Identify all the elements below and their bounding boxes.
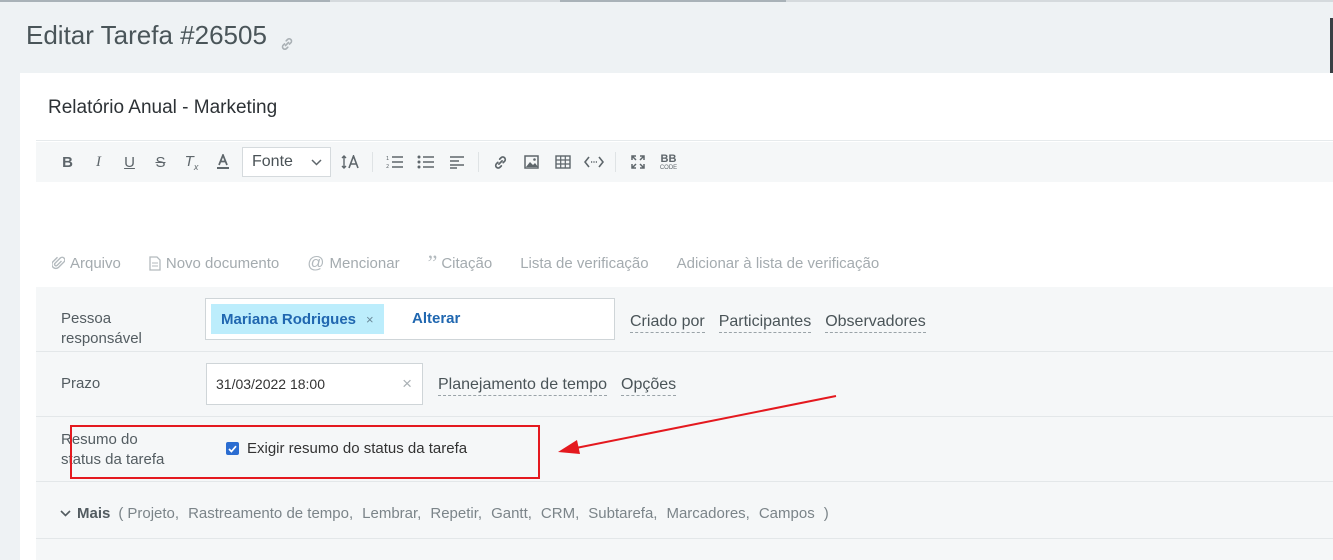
- more-section[interactable]: Mais ( Projeto, Rastreamento de tempo, L…: [60, 505, 829, 522]
- font-select-value: Fonte: [252, 153, 293, 170]
- top-border-segment: [560, 0, 786, 2]
- checklist-button[interactable]: Lista de verificação: [520, 255, 648, 272]
- add-to-checklist-label: Adicionar à lista de verificação: [676, 254, 880, 272]
- font-size-icon: [341, 155, 359, 169]
- more-item-repeat[interactable]: Repetir,: [430, 505, 482, 522]
- attach-file-label: Arquivo: [70, 254, 121, 272]
- font-size-button[interactable]: [335, 147, 366, 177]
- bbcode-label: BB: [660, 152, 677, 165]
- more-item-time-tracking[interactable]: Rastreamento de tempo,: [188, 505, 353, 522]
- image-icon: [524, 155, 539, 169]
- more-item-project[interactable]: Projeto,: [127, 505, 179, 522]
- strikethrough-button[interactable]: S: [145, 147, 176, 177]
- document-icon: [149, 255, 161, 271]
- insert-table-button[interactable]: [547, 147, 578, 177]
- bbcode-icon: BB CODE: [659, 152, 678, 171]
- task-properties: Pessoa responsável Mariana Rodrigues × A…: [36, 287, 1333, 560]
- underline-icon: U: [124, 153, 135, 171]
- more-close-paren: ): [823, 505, 829, 522]
- bold-icon: B: [62, 153, 73, 171]
- italic-button[interactable]: I: [83, 147, 114, 177]
- chevron-down-icon: [60, 510, 71, 517]
- numbered-list-icon: 12: [386, 156, 403, 169]
- page-title: Editar Tarefa #26505: [26, 20, 295, 51]
- more-item-crm[interactable]: CRM,: [541, 505, 579, 522]
- align-button[interactable]: [441, 147, 472, 177]
- svg-text:2: 2: [386, 164, 389, 169]
- clear-format-button[interactable]: Tx: [176, 147, 207, 177]
- quote-label: Citação: [441, 254, 493, 272]
- divider: [36, 140, 1333, 141]
- bold-button[interactable]: B: [52, 147, 83, 177]
- text-color-icon: [216, 154, 229, 169]
- strikethrough-icon: S: [155, 153, 166, 171]
- top-border: [0, 0, 1333, 2]
- svg-text:1: 1: [386, 156, 389, 162]
- underline-button[interactable]: U: [114, 147, 145, 177]
- more-label: Mais: [77, 505, 111, 522]
- attachment-bar: Arquivo Novo documento @ Mencionar ” Cit…: [52, 250, 907, 275]
- font-select[interactable]: Fonte: [242, 147, 331, 177]
- more-item-gantt[interactable]: Gantt,: [491, 505, 532, 522]
- page-title-text: Editar Tarefa #26505: [26, 20, 267, 50]
- task-form: Relatório Anual - Marketing B I U S Tx F…: [20, 73, 1333, 560]
- toolbar-separator: [615, 152, 616, 172]
- attach-file-button[interactable]: Arquivo: [52, 255, 121, 272]
- chevron-down-icon: [311, 158, 322, 166]
- fullscreen-button[interactable]: [622, 147, 653, 177]
- mention-label: Mencionar: [329, 254, 400, 272]
- bullet-list-icon: [417, 155, 434, 169]
- more-item-subtask[interactable]: Subtarefa,: [588, 505, 657, 522]
- at-icon: @: [307, 253, 325, 272]
- quote-button[interactable]: ” Citação: [427, 250, 493, 275]
- code-icon: [583, 156, 604, 168]
- bbcode-sublabel: CODE: [659, 164, 678, 171]
- clear-format-icon: Tx: [184, 152, 199, 172]
- insert-code-button[interactable]: [578, 147, 609, 177]
- add-to-checklist-button[interactable]: Adicionar à lista de verificação: [677, 255, 880, 272]
- mention-button[interactable]: @ Mencionar: [307, 253, 399, 273]
- more-item-fields[interactable]: Campos: [759, 505, 815, 522]
- text-color-button[interactable]: [207, 147, 238, 177]
- bullet-list-button[interactable]: [410, 147, 441, 177]
- fullscreen-icon: [630, 155, 645, 169]
- align-left-icon: [449, 156, 464, 169]
- editor-body[interactable]: [36, 182, 1333, 242]
- new-document-label: Novo documento: [165, 254, 280, 272]
- insert-link-button[interactable]: [485, 147, 516, 177]
- more-open-paren: (: [118, 505, 124, 522]
- table-icon: [554, 155, 571, 169]
- more-item-tags[interactable]: Marcadores,: [666, 505, 749, 522]
- divider: [36, 538, 1333, 539]
- task-title-input[interactable]: Relatório Anual - Marketing: [48, 97, 277, 119]
- clear-format-glyph: T: [184, 152, 194, 170]
- toolbar-separator: [478, 152, 479, 172]
- top-border-segment: [0, 0, 330, 2]
- numbered-list-button[interactable]: 12: [379, 147, 410, 177]
- checklist-label: Lista de verificação: [520, 254, 649, 272]
- bbcode-button[interactable]: BB CODE: [653, 147, 684, 177]
- new-document-button[interactable]: Novo documento: [149, 255, 279, 272]
- editor-toolbar: B I U S Tx Fonte 12 BB CODE: [36, 142, 1333, 182]
- more-item-reminder[interactable]: Lembrar,: [362, 505, 421, 522]
- paperclip-icon: [52, 256, 65, 270]
- insert-image-button[interactable]: [516, 147, 547, 177]
- link-icon: [494, 155, 507, 169]
- link-icon[interactable]: [279, 28, 295, 50]
- quote-icon: ”: [427, 250, 438, 275]
- toolbar-separator: [372, 152, 373, 172]
- italic-icon: I: [96, 153, 101, 170]
